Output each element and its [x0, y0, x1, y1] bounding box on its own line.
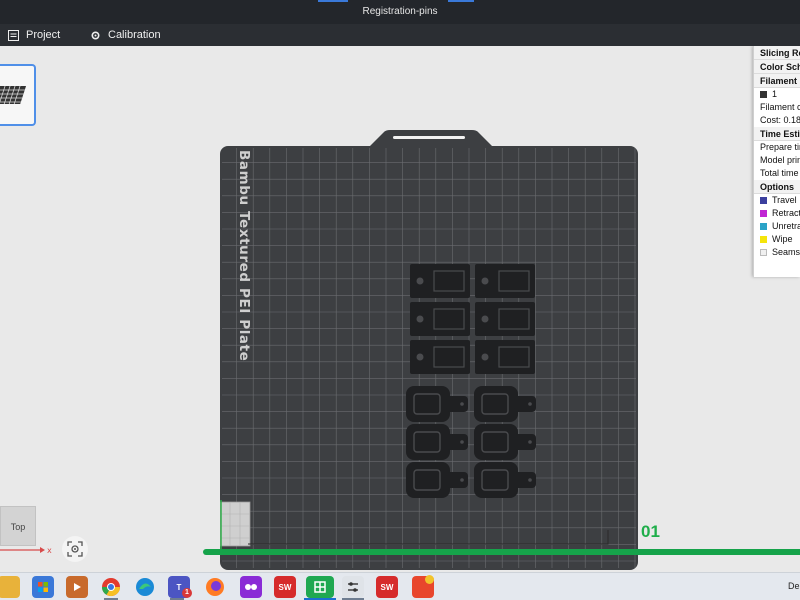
registration-tab-part: [475, 340, 535, 374]
travel-swatch: [760, 197, 767, 205]
prepare-time-label: Prepare tin: [760, 142, 800, 152]
option-seams[interactable]: Seams: [754, 246, 800, 259]
option-retract[interactable]: Retract: [754, 207, 800, 220]
registration-tab-part: [475, 264, 535, 298]
layer-number: 01: [641, 522, 660, 541]
filament-entry: 1: [754, 88, 800, 101]
time-estimate-header: Time Estin: [754, 127, 800, 141]
origin-marker: [220, 501, 251, 547]
view-cube-top[interactable]: Top: [0, 506, 36, 546]
registration-tab-part: [475, 302, 535, 336]
plate-handle-slot: [393, 136, 465, 139]
taskbar-clock: De: [788, 581, 800, 591]
firefox-icon[interactable]: [204, 576, 226, 598]
seams-swatch: [760, 249, 767, 257]
registration-tab-part: [410, 264, 470, 298]
tab-accent: [448, 0, 474, 2]
option-travel[interactable]: Travel: [754, 194, 800, 207]
menu-project-label: Project: [26, 29, 61, 41]
menu-calibration[interactable]: Calibration: [90, 27, 161, 43]
orca-icon[interactable]: [342, 576, 364, 598]
filament-cost-label: Filament c: [760, 102, 800, 112]
axis-x-label: x: [47, 546, 52, 555]
plate-thumbnail[interactable]: [0, 64, 36, 126]
retract-swatch: [760, 210, 767, 218]
3d-viewport[interactable]: Bambu Textured PEI Plate Slicing Re Colo…: [0, 46, 800, 572]
plate-label: Bambu Textured PEI Plate: [236, 150, 252, 361]
wipe-swatch: [760, 236, 767, 244]
gear-icon: [91, 30, 100, 40]
model-print-time-label: Model prin: [760, 155, 800, 165]
menu-calibration-label: Calibration: [108, 29, 161, 41]
taskbar: T 1 SW SW De: [0, 572, 800, 600]
registration-tab-part: [410, 302, 470, 336]
axis-indicator: x: [0, 546, 52, 555]
window-title: Registration-pins: [362, 6, 438, 17]
teams-badge: 1: [182, 588, 192, 598]
solidworks-icon[interactable]: SW: [274, 576, 296, 598]
camera-focus-icon: [67, 541, 83, 557]
game-icon[interactable]: [240, 576, 262, 598]
store-icon[interactable]: [32, 576, 54, 598]
filament-header: Filament: [754, 74, 800, 88]
chrome-icon[interactable]: [100, 576, 122, 598]
tab-accent: [318, 0, 348, 2]
options-header: Options: [754, 180, 800, 194]
edge-icon[interactable]: [134, 576, 156, 598]
cost-row: Cost: 0.18: [760, 115, 800, 125]
title-bar: Registration-pins: [0, 0, 800, 24]
option-wipe[interactable]: Wipe: [754, 233, 800, 246]
layer-slider[interactable]: [203, 549, 800, 555]
file-explorer-icon[interactable]: [0, 576, 20, 598]
media-player-icon[interactable]: [66, 576, 88, 598]
solidworks-2-icon[interactable]: SW: [376, 576, 398, 598]
unretract-swatch: [760, 223, 767, 231]
filament-swatch: [760, 91, 767, 99]
plate-thumbnail-icon: [0, 86, 27, 104]
total-time-label: Total time: [760, 168, 799, 178]
teams-icon[interactable]: T 1: [168, 576, 192, 598]
color-scheme-header[interactable]: Color Sche: [754, 60, 800, 74]
save-icon: [8, 29, 19, 41]
registration-tab-part: [410, 340, 470, 374]
slicing-results-panel: Slicing Re Color Sche Filament 1 Filamen…: [753, 46, 800, 277]
menu-bar: Project Calibration: [0, 24, 800, 46]
camera-view-button[interactable]: [62, 536, 88, 562]
notification-icon[interactable]: [412, 575, 434, 598]
slicing-results-title: Slicing Re: [754, 46, 800, 60]
build-plate[interactable]: Bambu Textured PEI Plate: [220, 130, 638, 570]
cost-value: 0.18: [783, 115, 800, 125]
sheets-icon[interactable]: [306, 576, 334, 598]
menu-project[interactable]: Project: [8, 27, 60, 43]
option-unretract[interactable]: Unretra: [754, 220, 800, 233]
